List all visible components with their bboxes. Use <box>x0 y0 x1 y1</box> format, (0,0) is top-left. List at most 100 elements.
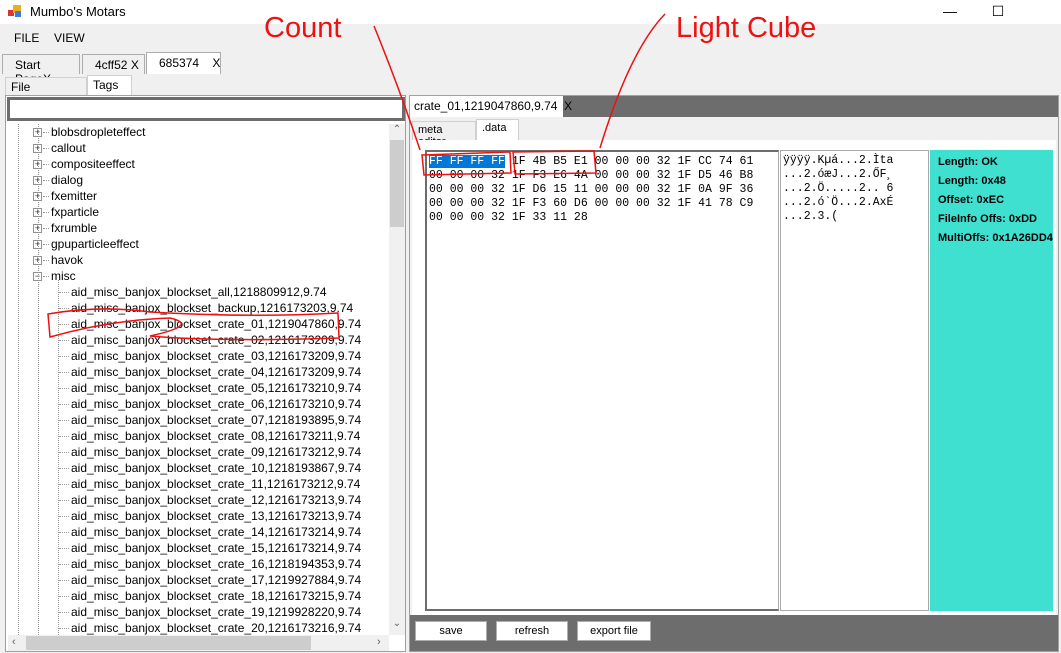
hex-selection[interactable]: FF FF FF FF <box>429 155 505 168</box>
tree-node[interactable]: compositeeffect <box>51 156 135 172</box>
ascii-view[interactable]: ÿÿÿÿ.Kµá...2.Ìta ...2.óæJ...2.ŐF¸ ...2.Ö… <box>780 150 929 611</box>
minimize-button[interactable]: — <box>927 0 973 24</box>
tree-leaf[interactable]: aid_misc_banjox_blockset_crate_05,121617… <box>71 380 361 396</box>
tree-node[interactable]: gpuparticleeffect <box>51 236 139 252</box>
tree-node[interactable]: havok <box>51 252 83 268</box>
tree-branch-line <box>43 148 49 149</box>
tab-label: 685374 <box>159 56 200 70</box>
menu-bar <box>0 24 1061 50</box>
hex-line: 00 00 00 32 1F F3 E6 4A 00 00 00 32 1F D… <box>429 169 754 182</box>
close-tab-icon[interactable]: X <box>564 99 572 113</box>
tree-node[interactable]: fxparticle <box>51 204 99 220</box>
tree-leaf[interactable]: aid_misc_banjox_blockset_crate_06,121617… <box>71 396 361 412</box>
tab-label: 4cff52 <box>95 58 128 72</box>
tree-leaf[interactable]: aid_misc_banjox_blockset_crate_18,121617… <box>71 588 361 604</box>
tab-crate-01[interactable]: crate_01,1219047860,9.74 X <box>410 96 572 117</box>
tree-leaf[interactable]: aid_misc_banjox_blockset_crate_20,121617… <box>71 620 361 635</box>
refresh-button[interactable]: refresh <box>496 621 568 641</box>
light-cube-annotation: Light Cube <box>676 12 817 44</box>
scroll-down-icon[interactable]: ⌄ <box>390 618 404 634</box>
length-value: Length: 0x48 <box>938 175 1006 187</box>
tree-branch-line <box>43 164 49 165</box>
tree-leaf[interactable]: aid_misc_banjox_blockset_crate_08,121617… <box>71 428 360 444</box>
close-tab-icon[interactable]: X <box>131 58 139 72</box>
tree-branch-line <box>59 436 69 437</box>
tree-branch-line <box>59 452 69 453</box>
tree-leaf[interactable]: aid_misc_banjox_blockset_crate_11,121617… <box>71 476 360 492</box>
menu-file[interactable]: FILE <box>14 31 39 45</box>
tree-node[interactable]: blobsdropleteffect <box>51 124 146 140</box>
tree-leaf[interactable]: aid_misc_banjox_blockset_crate_12,121617… <box>71 492 361 508</box>
tree-branch-line <box>59 356 69 357</box>
ascii-line: ...2.3.( <box>783 210 839 223</box>
ascii-line: ...2.ó`Ö...2.AxÉ <box>783 196 894 209</box>
tree-branch-line <box>59 612 69 613</box>
scroll-up-icon[interactable]: ⌃ <box>390 124 404 140</box>
tree-leaf[interactable]: aid_misc_banjox_blockset_all,1218809912,… <box>71 284 327 300</box>
tree-branch-line <box>59 420 69 421</box>
save-button[interactable]: save <box>415 621 487 641</box>
tab-data[interactable]: .data <box>476 119 519 141</box>
tree-leaf[interactable]: aid_misc_banjox_blockset_crate_04,121617… <box>71 364 361 380</box>
tag-search-input[interactable] <box>7 97 405 121</box>
tree-leaf[interactable]: aid_misc_banjox_blockset_crate_17,121992… <box>71 572 361 588</box>
tree-branch-line <box>43 228 49 229</box>
tree-leaf[interactable]: aid_misc_banjox_blockset_crate_02,121617… <box>71 332 361 348</box>
tree-leaf[interactable]: aid_misc_banjox_blockset_crate_01,121904… <box>71 316 361 332</box>
tree-node[interactable]: dialog <box>51 172 83 188</box>
tree-leaf[interactable]: aid_misc_banjox_blockset_backup,12161732… <box>71 300 353 316</box>
tree-leaf[interactable]: aid_misc_banjox_blockset_crate_15,121617… <box>71 540 361 556</box>
tree-leaf[interactable]: aid_misc_banjox_blockset_crate_09,121617… <box>71 444 361 460</box>
tree-node[interactable]: fxrumble <box>51 220 97 236</box>
tree-node[interactable]: misc <box>51 268 76 284</box>
horizontal-scroll-thumb[interactable] <box>26 636 311 650</box>
tree-leaf[interactable]: aid_misc_banjox_blockset_crate_19,121992… <box>71 604 361 620</box>
count-annotation: Count <box>264 12 342 44</box>
menu-view[interactable]: VIEW <box>54 31 85 45</box>
tree-leaf[interactable]: aid_misc_banjox_blockset_crate_13,121617… <box>71 508 361 524</box>
maximize-button[interactable]: ☐ <box>975 0 1021 24</box>
tree-leaf[interactable]: aid_misc_banjox_blockset_crate_07,121819… <box>71 412 361 428</box>
vertical-scroll-thumb[interactable] <box>390 140 404 227</box>
tree-leaf[interactable]: aid_misc_banjox_blockset_crate_03,121617… <box>71 348 361 364</box>
tab-tags[interactable]: Tags <box>87 75 132 96</box>
close-window-button[interactable] <box>1023 0 1061 24</box>
tree-branch-line <box>59 532 69 533</box>
tree-branch-line <box>43 244 49 245</box>
tree-branch-line <box>59 548 69 549</box>
tree-guide-line <box>58 280 59 635</box>
tab-start-page[interactable]: Start PageX <box>2 54 80 86</box>
tree-branch-line <box>59 628 69 629</box>
scroll-right-icon[interactable]: › <box>377 636 381 648</box>
tree-branch-line <box>59 596 69 597</box>
close-tab-icon[interactable]: X <box>212 56 220 70</box>
info-panel: Length: OK Length: 0x48 Offset: 0xEC Fil… <box>930 150 1053 611</box>
tree-node[interactable]: callout <box>51 140 86 156</box>
tree-branch-line <box>59 308 69 309</box>
tree-node[interactable]: fxemitter <box>51 188 97 204</box>
tree-guide-line <box>18 124 19 635</box>
export-file-button[interactable]: export file <box>577 621 651 641</box>
tab-file-information[interactable]: File Information <box>5 77 87 108</box>
tab-label: crate_01,1219047860,9.74 <box>414 99 558 113</box>
tree-branch-line <box>59 564 69 565</box>
offset-value: Offset: 0xEC <box>938 194 1005 206</box>
tree-branch-line <box>59 324 69 325</box>
tree-branch-line <box>59 468 69 469</box>
fileinfo-offset: FileInfo Offs: 0xDD <box>938 213 1038 225</box>
tree-leaf[interactable]: aid_misc_banjox_blockset_crate_14,121617… <box>71 524 361 540</box>
tree-leaf[interactable]: aid_misc_banjox_blockset_crate_16,121819… <box>71 556 361 572</box>
tab-685374[interactable]: 685374 X <box>146 52 221 74</box>
tree-branch-line <box>43 196 49 197</box>
tree-branch-line <box>59 340 69 341</box>
scroll-left-icon[interactable]: ‹ <box>12 636 16 648</box>
tree-branch-line <box>43 132 49 133</box>
hex-view[interactable]: FF FF FF FF 1F 4B B5 E1 00 00 00 32 1F C… <box>425 150 779 611</box>
tree-branch-line <box>59 292 69 293</box>
tree-leaf[interactable]: aid_misc_banjox_blockset_crate_10,121819… <box>71 460 361 476</box>
tab-4cff52[interactable]: 4cff52 X <box>82 54 145 74</box>
tab-meta-editor[interactable]: meta editor <box>412 121 476 148</box>
length-status: Length: OK <box>938 156 998 168</box>
tag-tree[interactable]: + blobsdropleteffect + callout + compositeeff… <box>8 124 388 635</box>
tree-branch-line <box>59 372 69 373</box>
